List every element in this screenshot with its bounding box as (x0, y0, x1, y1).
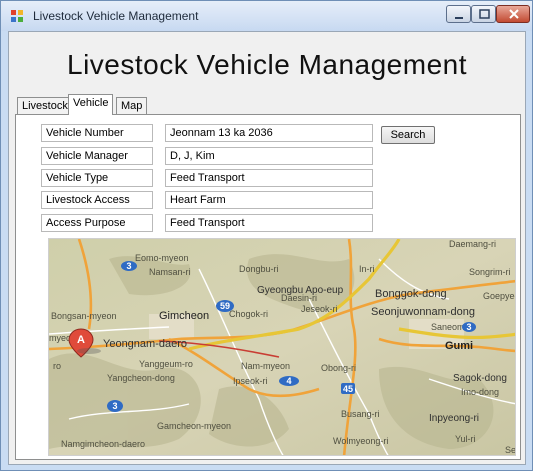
map-marker-label: A (77, 334, 85, 346)
livestock-access-field[interactable]: Heart Farm (165, 191, 373, 209)
maximize-icon (479, 9, 490, 19)
place-label: Se (505, 445, 516, 455)
place-label: Wolmyeong-ri (333, 436, 388, 446)
place-label: Bonggok-dong (375, 288, 447, 300)
place-label: Seonjuwonnam-dong (371, 306, 475, 318)
place-label: Songrim-ri (469, 267, 511, 277)
route-shield: 4 (279, 376, 299, 386)
place-label: In-ri (359, 264, 375, 274)
place-label: Bongsan-myeon (51, 311, 117, 321)
place-label: Sagok-dong (453, 373, 507, 384)
tab-map[interactable]: Map (116, 97, 148, 114)
form-client-area: Livestock Vehicle Management Livestock V… (8, 31, 526, 465)
route-shield: 3 (107, 400, 123, 412)
place-label: Obong-ri (321, 363, 356, 373)
maximize-button[interactable] (471, 5, 496, 23)
svg-text:3: 3 (126, 261, 131, 271)
svg-text:3: 3 (112, 401, 117, 411)
access-purpose-label: Access Purpose (41, 214, 153, 232)
place-label: Gimcheon (159, 310, 209, 322)
title-bar[interactable]: Livestock Vehicle Management (1, 1, 532, 31)
vehicle-type-label: Vehicle Type (41, 169, 153, 187)
access-purpose-field[interactable]: Feed Transport (165, 214, 373, 232)
place-label: Yanggeum-ro (139, 359, 193, 369)
close-icon (509, 9, 519, 19)
place-label: Imo-dong (461, 387, 499, 397)
place-label: Goepyeong (483, 291, 516, 301)
tab-livestock[interactable]: Livestock (17, 97, 73, 114)
place-label: Chogok-ri (229, 309, 268, 319)
tab-vehicle[interactable]: Vehicle (68, 94, 114, 115)
place-label: Gumi (445, 340, 473, 352)
place-label: Busang-ri (341, 409, 380, 419)
place-label: Ipseok-ri (233, 376, 268, 386)
place-label: Yangcheon-dong (107, 373, 175, 383)
place-label: Daemang-ri (449, 239, 496, 249)
vehicle-manager-label: Vehicle Manager (41, 147, 153, 165)
minimize-button[interactable] (446, 5, 471, 23)
search-button[interactable]: Search (381, 126, 435, 144)
vehicle-manager-field[interactable]: D, J, Kim (165, 147, 373, 165)
route-shield: 3 (121, 261, 137, 271)
close-button[interactable] (496, 5, 530, 23)
place-label: Eomo-myeon (135, 253, 189, 263)
route-shield: 45 (341, 383, 355, 394)
route-shield: 3 (462, 322, 476, 332)
svg-text:59: 59 (220, 301, 230, 311)
place-label: Nam-myeon (241, 361, 290, 371)
place-label: Dongbu-ri (239, 264, 279, 274)
svg-text:45: 45 (343, 384, 353, 394)
vehicle-number-label: Vehicle Number (41, 124, 153, 142)
vehicle-type-field[interactable]: Feed Transport (165, 169, 373, 187)
place-label: Gamcheon-myeon (157, 421, 231, 431)
vehicle-number-field[interactable]: Jeonnam 13 ka 2036 (165, 124, 373, 142)
place-label: Daesin-ri (281, 293, 317, 303)
app-window: Livestock Vehicle Management Livestock V… (0, 0, 533, 471)
place-label: Yeongnam-daero (103, 338, 187, 350)
place-label: Namsan-ri (149, 267, 191, 277)
svg-text:4: 4 (286, 376, 291, 386)
svg-text:3: 3 (466, 322, 471, 332)
map-canvas[interactable]: Daemang-ri Eomo-myeon Namsan-ri Dongbu-r… (49, 239, 516, 456)
place-label: Jeseok-ri (301, 304, 338, 314)
place-label: Namgimcheon-daero (61, 439, 145, 449)
place-label: ro (53, 361, 61, 371)
app-icon (11, 10, 23, 22)
page-title: Livestock Vehicle Management (67, 49, 467, 80)
place-label: Inpyeong-ri (429, 413, 479, 424)
place-label: Yul-ri (455, 434, 476, 444)
route-shield: 59 (216, 300, 234, 312)
livestock-access-label: Livestock Access (41, 191, 153, 209)
map-view[interactable]: Daemang-ri Eomo-myeon Namsan-ri Dongbu-r… (48, 238, 516, 456)
minimize-icon (455, 17, 463, 19)
window-title: Livestock Vehicle Management (33, 9, 199, 23)
